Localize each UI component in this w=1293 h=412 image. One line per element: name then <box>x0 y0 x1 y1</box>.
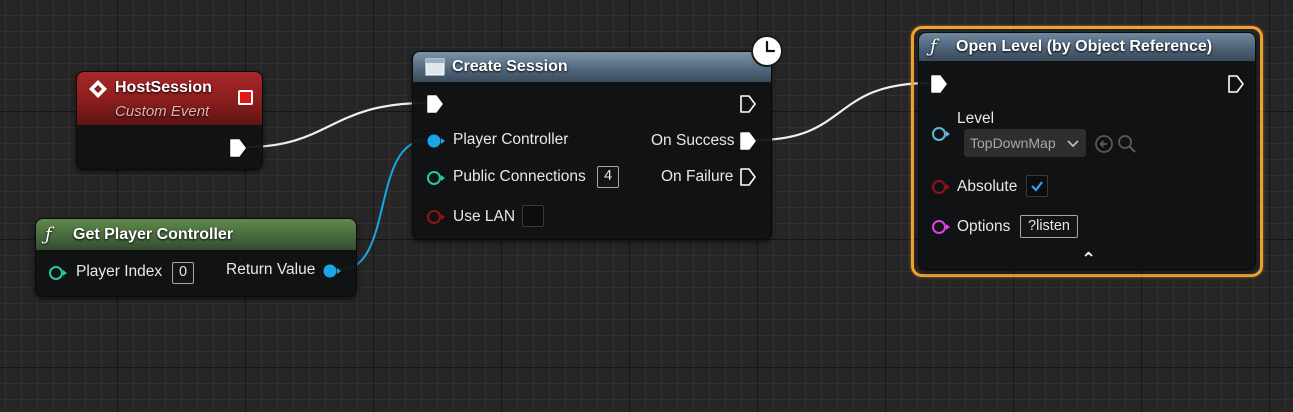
create-session-exec-in-pin[interactable] <box>427 95 443 113</box>
return-value-label: Return Value <box>226 261 316 278</box>
player-controller-pin[interactable] <box>426 133 446 149</box>
public-connections-pin[interactable] <box>426 170 446 186</box>
use-selected-asset-arrow-icon[interactable] <box>1094 134 1114 154</box>
collapse-advanced-icon[interactable]: ⌃ <box>1081 249 1096 270</box>
on-failure-exec-pin[interactable] <box>740 168 756 186</box>
absolute-checkbox[interactable] <box>1026 175 1048 197</box>
open-level-exec-out-pin[interactable] <box>1228 75 1244 93</box>
checkmark-icon <box>1031 181 1043 192</box>
create-session-title: Create Session <box>452 58 568 75</box>
player-controller-label: Player Controller <box>453 131 569 148</box>
browse-asset-search-icon[interactable] <box>1117 134 1137 154</box>
player-index-pin[interactable] <box>48 265 68 281</box>
options-pin[interactable] <box>931 219 951 235</box>
level-dropdown[interactable]: TopDownMap <box>964 129 1086 157</box>
open-level-header[interactable]: ƒ Open Level (by Object Reference) <box>919 33 1255 61</box>
on-failure-label: On Failure <box>661 168 734 185</box>
open-level-title: Open Level (by Object Reference) <box>956 38 1213 55</box>
absolute-label: Absolute <box>957 178 1018 195</box>
exec-wire-hostsession-to-createsession <box>245 101 427 149</box>
use-lan-pin[interactable] <box>426 209 446 225</box>
level-label: Level <box>957 110 995 127</box>
get-player-controller-node[interactable]: ƒ Get Player Controller Player Index 0 R… <box>35 218 357 297</box>
function-icon: ƒ <box>45 224 52 245</box>
on-success-exec-pin[interactable] <box>740 132 756 150</box>
use-lan-checkbox[interactable] <box>522 205 544 227</box>
public-connections-label: Public Connections <box>453 168 586 185</box>
latent-clock-icon <box>751 35 783 67</box>
host-session-exec-out-pin[interactable] <box>230 139 246 157</box>
options-label: Options <box>957 218 1011 235</box>
public-connections-input[interactable]: 4 <box>597 166 619 188</box>
replicate-delegate-pin-icon[interactable] <box>238 90 253 105</box>
get-player-controller-title: Get Player Controller <box>73 226 234 243</box>
host-session-node[interactable]: HostSession Custom Event <box>76 71 263 170</box>
open-level-node[interactable]: ƒ Open Level (by Object Reference) Level… <box>918 32 1256 270</box>
on-success-label: On Success <box>651 132 735 149</box>
create-session-exec-out-pin[interactable] <box>740 95 756 113</box>
host-session-title: HostSession <box>115 79 212 96</box>
level-dropdown-value: TopDownMap <box>970 135 1056 151</box>
open-level-exec-in-pin[interactable] <box>931 75 947 93</box>
use-lan-label: Use LAN <box>453 208 516 225</box>
exec-wire-onsuccess-to-openlevel <box>755 81 931 142</box>
return-value-pin[interactable] <box>322 263 342 279</box>
create-session-header[interactable]: Create Session <box>413 52 771 82</box>
chevron-down-icon <box>1067 140 1079 148</box>
player-index-label: Player Index <box>76 263 163 280</box>
level-pin[interactable] <box>931 126 951 142</box>
event-diamond-icon <box>89 80 107 98</box>
host-session-header[interactable]: HostSession Custom Event <box>77 72 262 125</box>
host-session-subtitle: Custom Event <box>115 103 210 120</box>
create-session-node[interactable]: Create Session Player Controller Public … <box>412 51 772 240</box>
get-player-controller-header[interactable]: ƒ Get Player Controller <box>36 219 356 250</box>
function-icon: ƒ <box>930 36 937 57</box>
absolute-pin[interactable] <box>931 179 951 195</box>
player-index-input[interactable]: 0 <box>172 262 194 284</box>
macro-box-icon <box>425 58 445 76</box>
options-input[interactable]: ?listen <box>1020 215 1078 238</box>
